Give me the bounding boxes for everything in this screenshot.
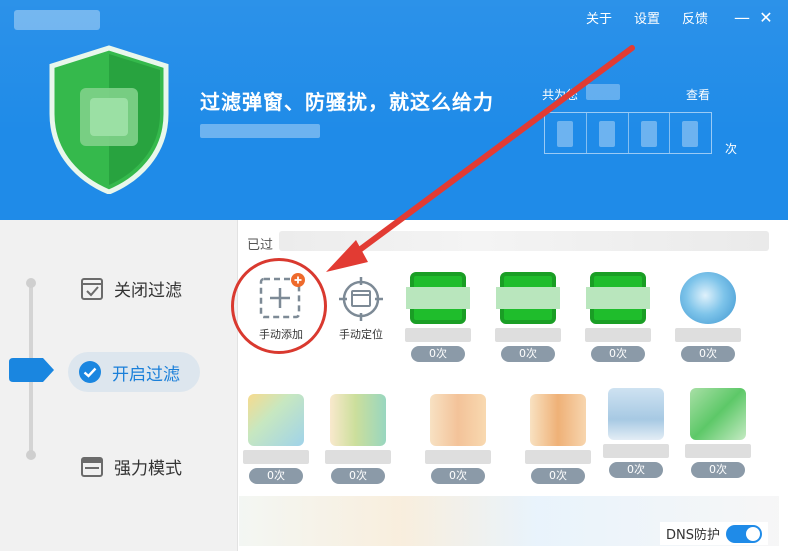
close-button[interactable]: ✕ xyxy=(754,8,778,27)
shield-icon xyxy=(49,45,169,194)
app-name-blurred xyxy=(495,328,561,342)
app-name-blurred xyxy=(425,450,491,464)
app-icon-blurred xyxy=(330,394,386,446)
header-banner: 关于 设置 反馈 — ✕ 过滤弹窗、防骚扰，就这么给力 共为您 查看 次 xyxy=(0,0,788,220)
block-count-badge: 0次 xyxy=(609,462,663,478)
mode-close-label: 关闭过滤 xyxy=(114,281,182,301)
app-icon-blurred xyxy=(590,272,646,324)
blocked-app-item[interactable]: 0次 xyxy=(399,272,477,362)
app-name-blurred xyxy=(685,444,751,458)
manual-locate-label: 手动定位 xyxy=(339,328,383,341)
dns-protection: DNS防护 xyxy=(660,522,768,545)
mode-force-label: 强力模式 xyxy=(114,459,182,479)
counter-digit xyxy=(629,113,671,153)
block-count-badge: 0次 xyxy=(591,346,645,362)
mode-close-filter[interactable]: 关闭过滤 xyxy=(80,276,182,301)
app-name-blurred xyxy=(405,328,471,342)
counter-digit xyxy=(545,113,587,153)
app-name-blurred xyxy=(603,444,669,458)
blocked-app-item[interactable]: 0次 xyxy=(319,394,397,484)
app-icon-blurred xyxy=(500,272,556,324)
app-icon-blurred xyxy=(690,388,746,440)
checkbox-window-icon xyxy=(81,277,103,300)
counter-digit xyxy=(670,113,711,153)
settings-link[interactable]: 设置 xyxy=(634,8,660,27)
mode-open-filter[interactable]: 开启过滤 xyxy=(68,352,200,392)
mode-panel: 关闭过滤 开启过滤 强力模式 xyxy=(0,220,238,551)
blocked-apps-panel: 已过 手动添加 手动定位 0次 0次 0次 0次 0次 0次 0次 0次 0次 … xyxy=(231,220,788,551)
counter-digit xyxy=(587,113,629,153)
mode-slider-stop[interactable] xyxy=(26,278,36,288)
app-icon-blurred xyxy=(608,388,664,440)
blocked-counter xyxy=(544,112,712,154)
block-count-badge: 0次 xyxy=(681,346,735,362)
app-icon-blurred xyxy=(248,394,304,446)
app-icon-blurred xyxy=(410,272,466,324)
times-unit-label: 次 xyxy=(725,142,738,156)
subtitle-blurred xyxy=(200,124,320,138)
check-circle-icon xyxy=(79,361,101,383)
blocked-app-item[interactable]: 0次 xyxy=(579,272,657,362)
view-link[interactable]: 查看 xyxy=(686,86,710,103)
blocked-app-item[interactable]: 0次 xyxy=(669,272,747,362)
about-link[interactable]: 关于 xyxy=(586,8,612,27)
mode-slider-handle[interactable] xyxy=(9,358,54,382)
manual-add-label: 手动添加 xyxy=(259,328,303,341)
app-title-blurred xyxy=(14,10,100,30)
blocked-app-item[interactable]: 0次 xyxy=(597,388,675,478)
app-icon-blurred xyxy=(680,272,736,324)
window-icon xyxy=(81,456,103,477)
manual-locate-button[interactable]: 手动定位 xyxy=(329,272,393,342)
manual-add-button[interactable]: 手动添加 xyxy=(245,272,317,342)
add-square-icon xyxy=(259,273,305,319)
blocked-app-item[interactable]: 0次 xyxy=(679,388,757,478)
blocked-app-item[interactable]: 0次 xyxy=(419,394,497,484)
dns-protection-label: DNS防护 xyxy=(666,528,720,543)
blocked-label: 已过 xyxy=(247,238,274,253)
block-count-badge: 0次 xyxy=(531,468,585,484)
slogan-heading: 过滤弹窗、防骚扰，就这么给力 xyxy=(200,90,494,114)
blocked-app-item[interactable]: 0次 xyxy=(519,394,597,484)
block-count-badge: 0次 xyxy=(331,468,385,484)
stats-label-blurred xyxy=(586,84,620,100)
crosshair-icon xyxy=(339,277,383,321)
app-name-blurred xyxy=(325,450,391,464)
app-name-blurred xyxy=(585,328,651,342)
feedback-link[interactable]: 反馈 xyxy=(682,8,708,27)
mode-open-label: 开启过滤 xyxy=(112,364,180,385)
mode-slider-stop[interactable] xyxy=(26,450,36,460)
top-nav: 关于 设置 反馈 — ✕ xyxy=(586,8,778,27)
block-count-badge: 0次 xyxy=(411,346,465,362)
app-icon-blurred xyxy=(430,394,486,446)
minimize-button[interactable]: — xyxy=(730,8,754,27)
block-count-badge: 0次 xyxy=(249,468,303,484)
app-name-blurred xyxy=(525,450,591,464)
blocked-app-item[interactable]: 0次 xyxy=(489,272,567,362)
block-count-badge: 0次 xyxy=(501,346,555,362)
app-name-blurred xyxy=(243,450,309,464)
blocked-text-blurred xyxy=(279,231,769,251)
stats-label: 共为您 xyxy=(542,88,579,102)
mode-force[interactable]: 强力模式 xyxy=(80,454,182,479)
app-icon-blurred xyxy=(530,394,586,446)
dns-protection-toggle[interactable] xyxy=(726,524,762,543)
blocked-app-item[interactable]: 0次 xyxy=(237,394,315,484)
block-count-badge: 0次 xyxy=(431,468,485,484)
block-count-badge: 0次 xyxy=(691,462,745,478)
app-name-blurred xyxy=(675,328,741,342)
